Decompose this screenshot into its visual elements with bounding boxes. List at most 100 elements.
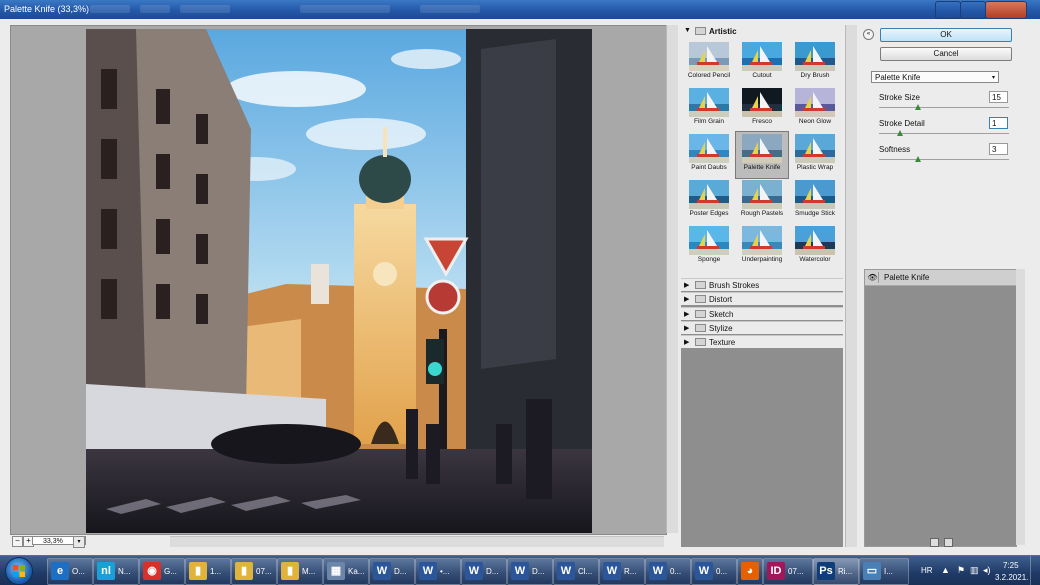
category-label: Distort	[709, 295, 733, 305]
zoom-dropdown-arrow[interactable]: ▾	[73, 536, 85, 548]
taskbar-item-word[interactable]: W 0...	[645, 558, 691, 585]
preview-horizontal-scrollbar[interactable]	[170, 536, 664, 547]
taskbar-item-folder[interactable]: ▮ 1...	[185, 558, 231, 585]
minimize-button[interactable]	[935, 1, 961, 19]
filter-thumb-poster[interactable]: Poster Edges	[683, 178, 735, 224]
filter-thumb-plastic[interactable]: Plastic Wrap	[789, 132, 841, 178]
filter-thumb-fresco[interactable]: Fresco	[736, 86, 788, 132]
preview-area[interactable]	[10, 25, 667, 535]
taskbar-item-photoshop[interactable]: Ps Ri...	[813, 558, 859, 585]
taskbar-item-word[interactable]: W •...	[415, 558, 461, 585]
taskbar-item-folder[interactable]: ▮ 07...	[231, 558, 277, 585]
filter-thumb-under[interactable]: Underpainting	[736, 224, 788, 270]
param-value-field[interactable]: 15	[989, 91, 1008, 103]
taskbar-item-firefox[interactable]: ◕	[737, 558, 763, 585]
gallery-scrollbar[interactable]	[845, 25, 857, 547]
category-artistic[interactable]: ▼ Artistic	[681, 25, 843, 38]
folder-icon	[695, 323, 706, 332]
category-stylize[interactable]: ▶ Stylize	[681, 320, 843, 334]
taskbar-item-monitor[interactable]: ▭ I...	[859, 558, 909, 585]
param-softness: Softness 3	[879, 143, 1011, 169]
close-button[interactable]	[985, 1, 1027, 19]
filter-select[interactable]: Palette Knife ▾	[871, 71, 999, 83]
preview-vertical-scrollbar[interactable]	[666, 25, 678, 533]
param-label: Stroke Size	[879, 93, 920, 102]
filter-thumb-drybrush[interactable]: Dry Brush	[789, 40, 841, 86]
category-texture[interactable]: ▶ Texture	[681, 335, 843, 349]
filter-thumb-pastels[interactable]: Rough Pastels	[736, 178, 788, 224]
param-slider-track[interactable]	[879, 107, 1009, 108]
start-button[interactable]	[5, 557, 33, 585]
show-hidden-icons-icon[interactable]: ▲	[941, 565, 950, 575]
language-indicator[interactable]: HR	[921, 566, 933, 575]
category-brush-strokes[interactable]: ▶ Brush Strokes	[681, 278, 843, 291]
filter-preview-icon	[795, 134, 835, 163]
collapsed-triangle-icon: ▶	[684, 324, 690, 332]
taskbar-item-label: Ri...	[838, 567, 853, 576]
windows-logo-icon	[13, 565, 25, 577]
network-icon[interactable]: ▥	[970, 565, 979, 576]
param-value-field[interactable]: 1	[989, 117, 1008, 129]
param-slider-knob[interactable]	[915, 104, 921, 110]
taskbar-item-calculator[interactable]: ▦ Ka...	[323, 558, 369, 585]
filter-thumb-grain[interactable]: Film Grain	[683, 86, 735, 132]
ok-button[interactable]: OK	[880, 28, 1012, 42]
taskbar-item-folder[interactable]: ▮ M...	[277, 558, 323, 585]
flag-icon[interactable]: ⚑	[957, 565, 965, 576]
zoom-out-button[interactable]: −	[12, 536, 23, 547]
category-distort[interactable]: ▶ Distort	[681, 292, 843, 306]
taskbar-item-word[interactable]: W Cl...	[553, 558, 599, 585]
taskbar-item-word[interactable]: W 0...	[691, 558, 737, 585]
clock-date[interactable]: 3.2.2021.	[995, 573, 1028, 582]
collapse-gallery-button[interactable]: «	[863, 29, 874, 40]
filter-label: Cutout	[752, 72, 772, 79]
taskbar-item-word[interactable]: W D...	[507, 558, 553, 585]
taskbar-item-word[interactable]: W D...	[461, 558, 507, 585]
param-slider-track[interactable]	[879, 159, 1009, 160]
taskbar-item-label: N...	[118, 567, 131, 576]
eye-icon[interactable]: 👁	[867, 272, 879, 283]
filter-thumb-smudge[interactable]: Smudge Stick	[789, 178, 841, 224]
param-slider-knob[interactable]	[915, 156, 921, 162]
param-slider-knob[interactable]	[897, 130, 903, 136]
indesign-icon: ID	[767, 562, 785, 580]
filter-preview-icon	[742, 42, 782, 71]
clock-time[interactable]: 7:25	[1003, 561, 1019, 570]
taskbar-item-indesign[interactable]: ID 07...	[763, 558, 813, 585]
filter-thumb-cutout[interactable]: Cutout	[736, 40, 788, 86]
taskbar-item-news[interactable]: nl N...	[93, 558, 139, 585]
filter-label: Plastic Wrap	[796, 164, 834, 171]
taskbar-item-chrome[interactable]: ◉ G...	[139, 558, 185, 585]
filter-thumb-knife[interactable]: Palette Knife	[735, 131, 789, 179]
news-icon: nl	[97, 562, 115, 580]
filter-thumb-pencil[interactable]: Colored Pencil	[683, 40, 735, 86]
filter-thumb-daubs[interactable]: Paint Daubs	[683, 132, 735, 178]
filter-thumb-neon[interactable]: Neon Glow	[789, 86, 841, 132]
filter-gallery-dialog: − + 33,3% ▾ ▼ Artistic Colored Pencil Cut…	[0, 19, 1040, 555]
taskbar-item-label: Cl...	[578, 567, 593, 576]
layers-scrollbar[interactable]	[1016, 269, 1025, 545]
maximize-button[interactable]	[960, 1, 986, 19]
show-desktop-button[interactable]	[1030, 556, 1040, 585]
word-icon: W	[649, 562, 667, 580]
menu-ghost	[90, 5, 130, 13]
taskbar-item-word[interactable]: W D...	[369, 558, 415, 585]
delete-effect-layer-icon[interactable]	[944, 538, 953, 547]
effect-layer-row[interactable]: 👁 Palette Knife	[865, 270, 1016, 286]
firefox-icon: ◕	[741, 562, 759, 580]
category-sketch[interactable]: ▶ Sketch	[681, 306, 843, 320]
taskbar-item-word[interactable]: W R...	[599, 558, 645, 585]
taskbar-item-label: •...	[440, 567, 450, 576]
volume-icon[interactable]: ◂)	[983, 565, 991, 576]
filter-thumb-sponge[interactable]: Sponge	[683, 224, 735, 270]
param-label: Stroke Detail	[879, 119, 925, 128]
filter-thumb-water[interactable]: Watercolor	[789, 224, 841, 270]
cancel-button[interactable]: Cancel	[880, 47, 1012, 61]
filter-preview-icon	[795, 180, 835, 209]
param-value-field[interactable]: 3	[989, 143, 1008, 155]
collapsed-triangle-icon: ▶	[684, 310, 690, 318]
new-effect-layer-icon[interactable]	[930, 538, 939, 547]
taskbar-item-ie[interactable]: e O...	[47, 558, 93, 585]
menu-ghost	[180, 5, 230, 13]
filter-label: Poster Edges	[689, 210, 729, 217]
